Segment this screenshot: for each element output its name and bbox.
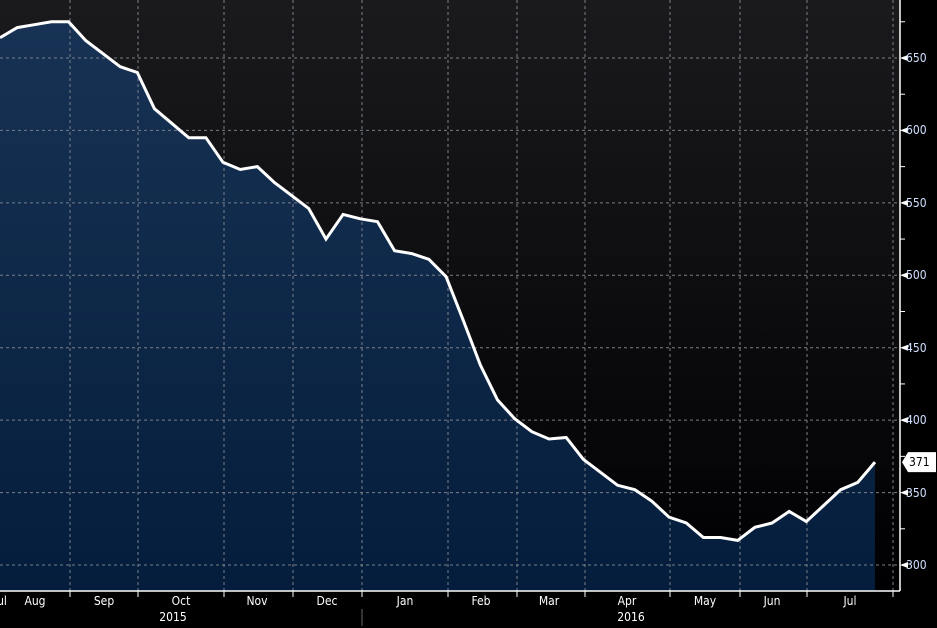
x-tick-label: Aug [24,594,46,608]
last-value-label: 371 [909,455,930,470]
x-tick-label: Jun [763,594,781,608]
x-tick-label: Jan [396,594,414,608]
year-label: 2016 [617,610,645,624]
y-tick-label: 350 [906,485,927,500]
y-tick-label: 550 [906,195,927,210]
y-tick-label: 600 [906,123,927,138]
x-tick-label: Jul [843,594,857,608]
x-tick-label: Dec [316,594,338,608]
x-tick-label: May [693,594,717,608]
x-tick-label: Oct [171,594,191,608]
year-label: 2015 [159,610,187,624]
y-tick-label: 300 [906,558,927,572]
y-tick-label: 400 [906,413,927,428]
x-tick-label: Mar [538,594,560,608]
x-tick-label: Feb [471,594,491,608]
x-tick-label: Nov [246,594,268,608]
x-tick-label: Apr [617,594,637,608]
y-tick-label: 500 [906,268,927,283]
chart-svg [0,0,936,626]
y-tick-label: 650 [906,50,927,65]
y-tick-label: 450 [906,340,927,355]
x-tick-label: ul [0,594,7,608]
x-tick-label: Sep [93,594,115,608]
